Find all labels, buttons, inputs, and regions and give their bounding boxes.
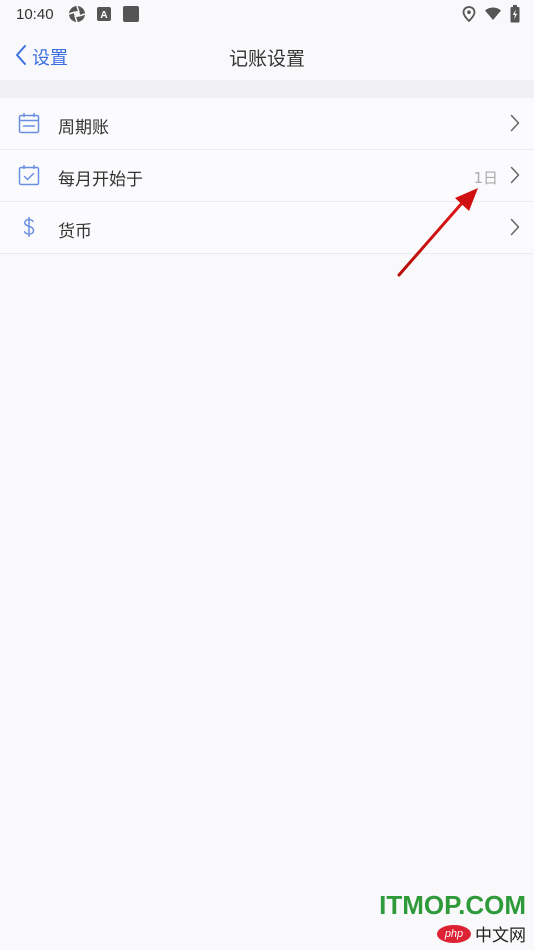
settings-row-label: 每月开始于 xyxy=(58,170,143,190)
chevron-right-icon xyxy=(510,114,520,136)
wifi-icon xyxy=(484,7,502,21)
a-box-icon: A xyxy=(96,6,112,22)
php-logo: php xyxy=(437,924,471,943)
chevron-right-icon xyxy=(510,166,520,188)
settings-row-currency[interactable]: 货币 xyxy=(0,202,534,254)
section-divider xyxy=(0,80,534,98)
status-time: 10:40 xyxy=(16,5,54,23)
settings-row-cycle-account[interactable]: 周期账 xyxy=(0,98,534,150)
location-pin-icon xyxy=(462,6,476,22)
calendar-icon xyxy=(18,112,40,134)
page-title: 记账设置 xyxy=(228,48,305,70)
svg-text:A: A xyxy=(100,10,107,21)
settings-row-label: 货币 xyxy=(58,222,92,242)
status-left-icons: A xyxy=(68,5,140,23)
watermark-sub: php 中文网 xyxy=(379,921,526,946)
chevron-right-icon xyxy=(510,218,520,240)
watermark-brand: ITMOP.COM xyxy=(379,890,526,920)
status-right-icons xyxy=(462,5,520,23)
watermark: ITMOP.COM php 中文网 xyxy=(379,891,526,946)
dollar-icon xyxy=(18,216,40,238)
square-app-icon xyxy=(122,5,140,23)
settings-row-month-start[interactable]: 每月开始于 1日 xyxy=(0,150,534,202)
settings-list: 周期账 每月开始于 1日 货币 xyxy=(0,98,534,254)
watermark-sub-text: 中文网 xyxy=(475,926,526,946)
aperture-icon xyxy=(68,5,86,23)
settings-row-label: 周期账 xyxy=(58,118,109,138)
nav-bar: 设置 记账设置 xyxy=(0,30,534,82)
calendar-check-icon xyxy=(18,164,40,186)
battery-charging-icon xyxy=(510,5,520,23)
status-bar: 10:40 A xyxy=(0,0,534,28)
settings-row-value: 1日 xyxy=(473,169,498,187)
